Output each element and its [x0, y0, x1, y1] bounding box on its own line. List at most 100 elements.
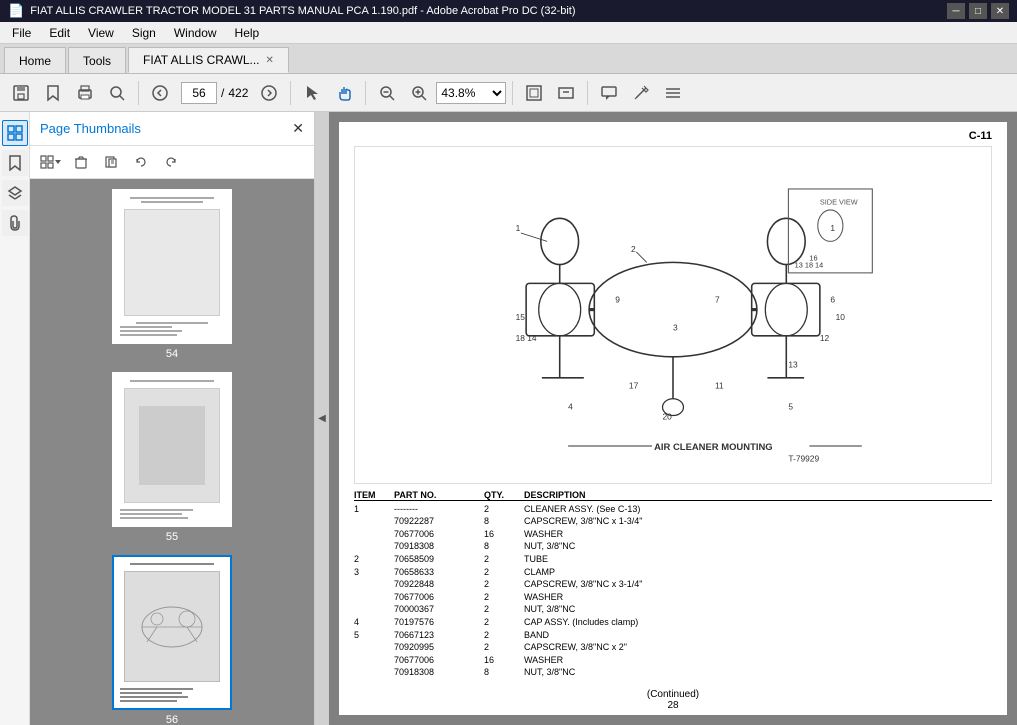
thumbnail-page-55[interactable]: 55: [40, 372, 304, 543]
cell-part: 70000367: [394, 603, 474, 616]
thumbnails-panel-button[interactable]: [2, 120, 28, 146]
pen-button[interactable]: [626, 78, 656, 108]
svg-text:3: 3: [673, 323, 678, 333]
tab-pdf-label: FIAT ALLIS CRAWL...: [143, 53, 259, 67]
left-icon-strip: [0, 112, 30, 725]
cell-qty: 2: [484, 616, 514, 629]
cell-desc: WASHER: [524, 528, 992, 541]
separator-5: [587, 81, 588, 105]
table-row: 70922848 2 CAPSCREW, 3/8"NC x 3-1/4": [354, 578, 992, 591]
page-input[interactable]: [181, 82, 217, 104]
extract-page-button[interactable]: [98, 150, 124, 174]
cell-item: [354, 641, 384, 654]
fit-page-button[interactable]: [519, 78, 549, 108]
menu-window[interactable]: Window: [166, 22, 225, 43]
rotate-ccw-icon: [134, 155, 148, 169]
thumbnails-icon: [7, 125, 23, 141]
main-content: Page Thumbnails ✕: [0, 112, 1017, 725]
comment-button[interactable]: [594, 78, 624, 108]
window-controls: ─ □ ✕: [947, 3, 1009, 19]
attachments-panel-button[interactable]: [2, 210, 28, 236]
tab-home[interactable]: Home: [4, 47, 66, 73]
rotate-ccw-button[interactable]: [128, 150, 154, 174]
zoom-in-icon: [410, 84, 428, 102]
cell-part: 70677006: [394, 591, 474, 604]
svg-text:1: 1: [830, 223, 835, 233]
bookmark-button[interactable]: [38, 78, 68, 108]
bookmarks-panel-button[interactable]: [2, 150, 28, 176]
full-screen-button[interactable]: [551, 78, 581, 108]
prev-page-button[interactable]: [145, 78, 175, 108]
cell-part: 70667123: [394, 629, 474, 642]
sidebar-toolbar: [30, 146, 314, 179]
zoom-out-button[interactable]: [372, 78, 402, 108]
svg-text:1: 1: [516, 223, 521, 233]
maximize-button[interactable]: □: [969, 3, 987, 19]
titlebar-title: FIAT ALLIS CRAWLER TRACTOR MODEL 31 PART…: [30, 5, 575, 17]
extract-icon: [104, 155, 118, 169]
thumbnail-img-55: [112, 372, 232, 527]
svg-text:SIDE VIEW: SIDE VIEW: [820, 198, 858, 207]
more-tools-button[interactable]: [658, 78, 688, 108]
cell-item: [354, 654, 384, 667]
print-button[interactable]: [70, 78, 100, 108]
tab-close-icon[interactable]: ✕: [266, 55, 274, 66]
cell-desc: BAND: [524, 629, 992, 642]
toolbar: / 422 43.8% 50% 75% 100%: [0, 74, 1017, 112]
menu-help[interactable]: Help: [227, 22, 268, 43]
hand-tool-button[interactable]: [329, 78, 359, 108]
search-button[interactable]: [102, 78, 132, 108]
thumbnail-label-54: 54: [166, 348, 178, 360]
svg-text:18 14: 18 14: [516, 333, 537, 343]
close-button[interactable]: ✕: [991, 3, 1009, 19]
menu-file[interactable]: File: [4, 22, 39, 43]
minimize-button[interactable]: ─: [947, 3, 965, 19]
page-separator: /: [221, 86, 224, 100]
save-button[interactable]: [6, 78, 36, 108]
select-tool-button[interactable]: [297, 78, 327, 108]
cell-item: 4: [354, 616, 384, 629]
tab-pdf[interactable]: FIAT ALLIS CRAWL... ✕: [128, 47, 289, 73]
continued-label: (Continued): [647, 689, 699, 700]
parts-diagram-svg: 1 2 3 1 4 5 20 SIDE VIEW 1: [355, 147, 991, 483]
cell-qty: 2: [484, 629, 514, 642]
col-part-header: PART NO.: [394, 490, 474, 500]
layers-panel-button[interactable]: [2, 180, 28, 206]
cell-part: 70677006: [394, 528, 474, 541]
pen-icon: [632, 84, 650, 102]
next-page-button[interactable]: [254, 78, 284, 108]
cell-qty: 16: [484, 654, 514, 667]
svg-text:15: 15: [516, 312, 526, 322]
app-icon: 📄: [8, 3, 24, 19]
rotate-cw-button[interactable]: [158, 150, 184, 174]
attachments-icon: [7, 215, 23, 231]
thumbnail-page-56[interactable]: 56: [40, 555, 304, 725]
menu-edit[interactable]: Edit: [41, 22, 78, 43]
cell-part: --------: [394, 503, 474, 516]
cell-item: [354, 591, 384, 604]
more-tools-icon: [664, 84, 682, 102]
sidebar-close-button[interactable]: ✕: [292, 120, 304, 137]
svg-text:6: 6: [830, 294, 835, 304]
bookmark-icon: [44, 84, 62, 102]
table-row: 70677006 2 WASHER: [354, 591, 992, 604]
cell-item: [354, 666, 384, 679]
tab-tools[interactable]: Tools: [68, 47, 126, 73]
cell-item: [354, 603, 384, 616]
delete-page-button[interactable]: [68, 150, 94, 174]
zoom-select[interactable]: 43.8% 50% 75% 100%: [436, 82, 506, 104]
cell-item: [354, 515, 384, 528]
zoom-in-button[interactable]: [404, 78, 434, 108]
col-qty-header: QTY.: [484, 490, 514, 500]
cell-desc: TUBE: [524, 553, 992, 566]
cell-item: [354, 528, 384, 541]
sidebar-menu-button[interactable]: [38, 150, 64, 174]
cell-qty: 2: [484, 553, 514, 566]
menu-view[interactable]: View: [80, 22, 122, 43]
menu-sign[interactable]: Sign: [124, 22, 164, 43]
cell-item: 2: [354, 553, 384, 566]
cell-qty: 2: [484, 503, 514, 516]
thumbnail-page-54[interactable]: 54: [40, 189, 304, 360]
thumbnails-container[interactable]: 54 55: [30, 179, 314, 725]
sidebar-collapse-button[interactable]: ◀: [315, 112, 329, 725]
